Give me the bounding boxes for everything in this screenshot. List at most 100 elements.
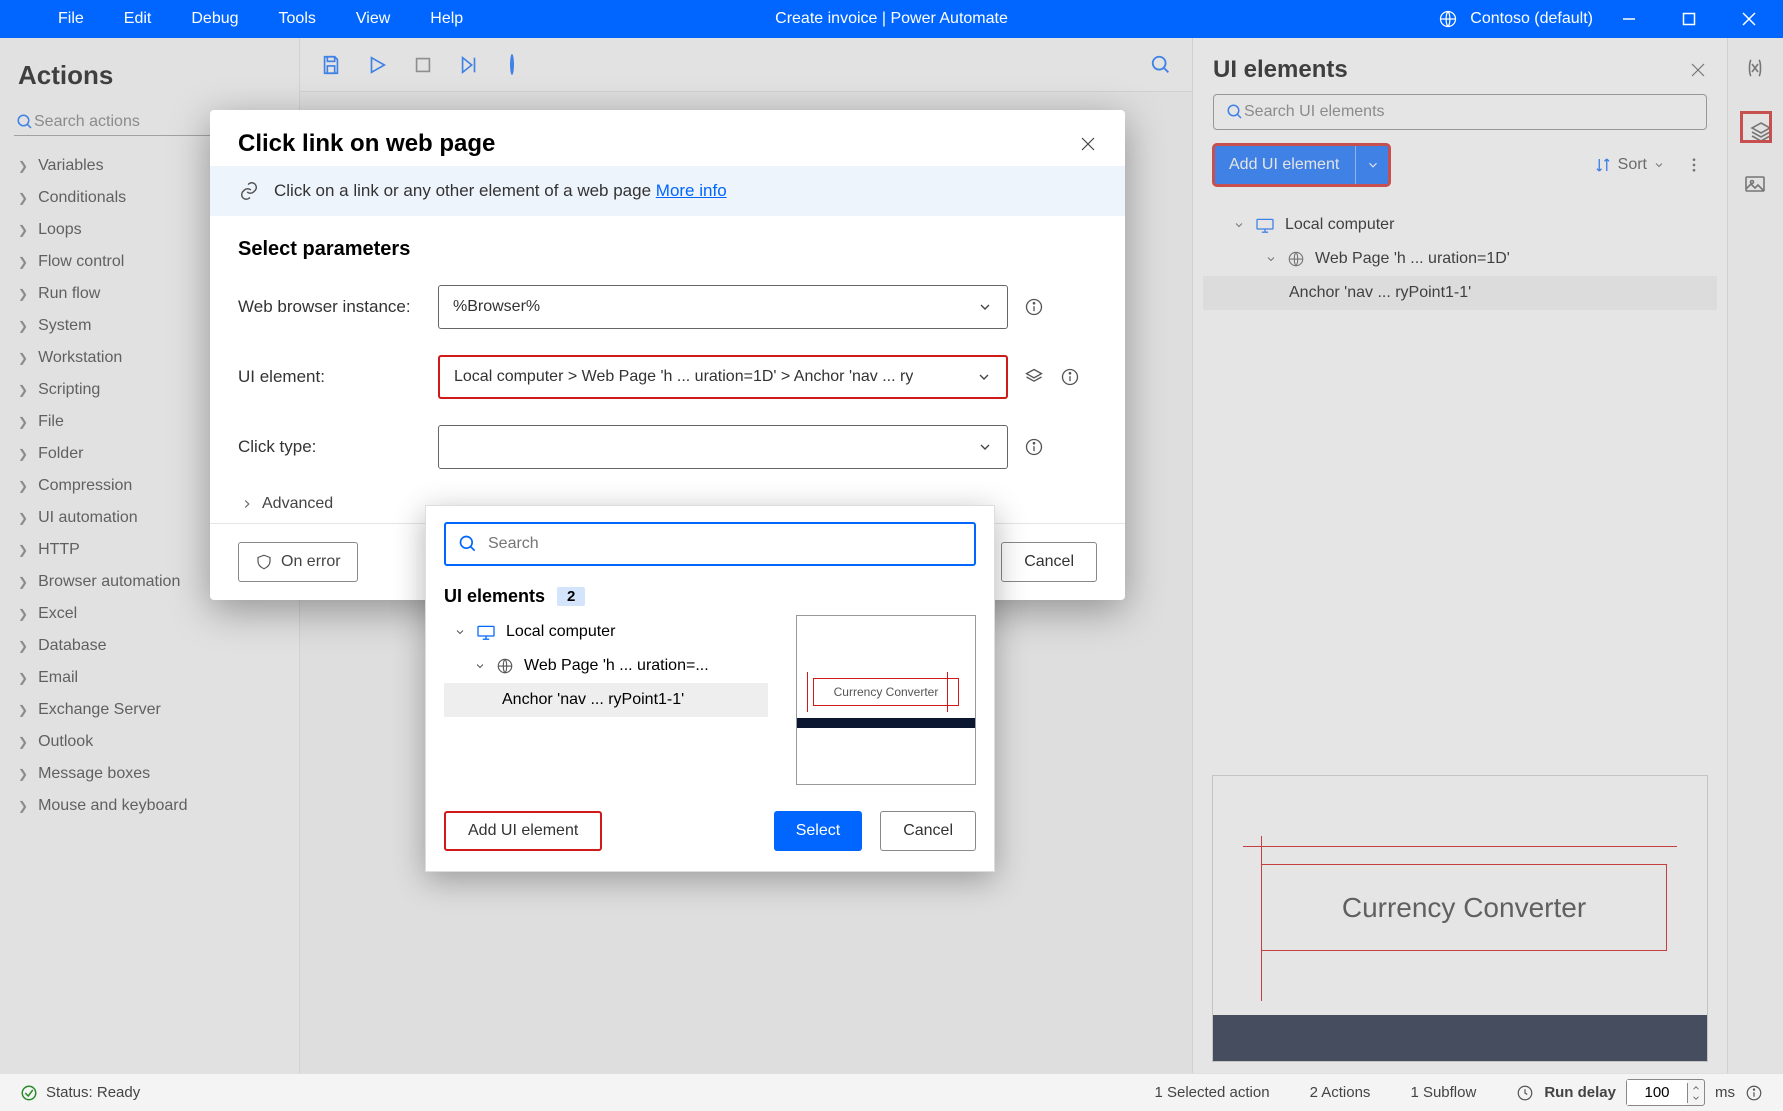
chevron-right-icon: ❯ <box>18 607 28 621</box>
tenant-icon <box>1438 9 1458 29</box>
info-icon[interactable] <box>1060 367 1080 387</box>
action-category[interactable]: ❯Message boxes <box>14 758 285 790</box>
picker-page[interactable]: Web Page 'h ... uration=... <box>444 649 768 683</box>
sort-icon <box>1594 156 1612 174</box>
add-ui-element-label: Add UI element <box>1213 156 1355 174</box>
dialog-close-icon[interactable] <box>1079 135 1097 153</box>
titlebar: File Edit Debug Tools View Help Create i… <box>0 0 1783 38</box>
tree-anchor-label: Anchor 'nav ... ryPoint1-1' <box>1289 284 1471 302</box>
clock-icon <box>1516 1084 1534 1102</box>
record-icon[interactable] <box>504 56 514 74</box>
stop-icon[interactable] <box>412 54 434 76</box>
check-icon <box>20 1084 38 1102</box>
chevron-right-icon: ❯ <box>18 415 28 429</box>
action-category[interactable]: ❯Database <box>14 630 285 662</box>
status-text: Status: Ready <box>46 1084 140 1101</box>
delay-spinner[interactable] <box>1626 1079 1705 1106</box>
dialog-title: Click link on web page <box>238 130 1079 158</box>
computer-icon <box>1255 217 1275 233</box>
info-icon[interactable] <box>1745 1084 1763 1102</box>
panel-close-icon[interactable] <box>1689 61 1707 79</box>
menu-tools[interactable]: Tools <box>261 4 334 34</box>
add-ui-element-dropdown[interactable] <box>1355 144 1390 186</box>
ui-elements-search-input[interactable] <box>1244 103 1694 121</box>
chevron-down-icon <box>474 660 486 672</box>
picker-select-button[interactable]: Select <box>774 811 862 851</box>
action-category-label: Folder <box>38 445 83 463</box>
picker-anchor[interactable]: Anchor 'nav ... ryPoint1-1' <box>444 683 768 717</box>
ui-elements-rail-icon[interactable] <box>1743 114 1769 140</box>
chevron-right-icon: ❯ <box>18 479 28 493</box>
tree-root[interactable]: Local computer <box>1203 208 1717 242</box>
picker-preview-label: Currency Converter <box>813 678 959 706</box>
action-category-label: Excel <box>38 605 77 623</box>
sort-label: Sort <box>1618 156 1647 174</box>
action-category-label: Run flow <box>38 285 100 303</box>
uielement-dropdown[interactable]: Local computer > Web Page 'h ... uration… <box>438 355 1008 399</box>
ui-elements-search[interactable] <box>1213 94 1707 130</box>
images-rail-icon[interactable] <box>1743 172 1769 198</box>
chevron-right-icon: ❯ <box>18 223 28 237</box>
dialog-cancel-button[interactable]: Cancel <box>1001 542 1097 582</box>
link-icon <box>238 180 260 202</box>
browser-dropdown[interactable]: %Browser% <box>438 285 1008 329</box>
picker-root[interactable]: Local computer <box>444 615 768 649</box>
sort-button[interactable]: Sort <box>1594 156 1665 174</box>
close-button[interactable] <box>1725 0 1773 38</box>
more-icon[interactable] <box>1681 152 1707 178</box>
chevron-down-icon[interactable] <box>1688 1093 1704 1103</box>
action-category-label: Outlook <box>38 733 93 751</box>
minimize-button[interactable] <box>1605 0 1653 38</box>
menu-file[interactable]: File <box>40 4 102 34</box>
tree-page[interactable]: Web Page 'h ... uration=1D' <box>1203 242 1717 276</box>
action-category[interactable]: ❯Exchange Server <box>14 694 285 726</box>
picker-search-input[interactable] <box>488 535 962 553</box>
menu-edit[interactable]: Edit <box>106 4 170 34</box>
chevron-right-icon: ❯ <box>18 319 28 333</box>
maximize-button[interactable] <box>1665 0 1713 38</box>
action-category-label: Exchange Server <box>38 701 161 719</box>
tenant-name[interactable]: Contoso (default) <box>1470 10 1593 28</box>
clicktype-dropdown[interactable] <box>438 425 1008 469</box>
menu-help[interactable]: Help <box>412 4 481 34</box>
picker-heading: UI elements <box>444 586 545 607</box>
picker-cancel-button[interactable]: Cancel <box>880 811 976 851</box>
on-error-button[interactable]: On error <box>238 542 358 582</box>
picker-add-button[interactable]: Add UI element <box>444 811 602 851</box>
ui-elements-panel: UI elements Add UI element Sort Local <box>1192 38 1727 1073</box>
action-category[interactable]: ❯Mouse and keyboard <box>14 790 285 822</box>
browser-value: %Browser% <box>453 298 540 316</box>
layers-icon[interactable] <box>1024 367 1044 387</box>
more-info-link[interactable]: More info <box>656 181 727 200</box>
action-category[interactable]: ❯Email <box>14 662 285 694</box>
step-icon[interactable] <box>458 54 480 76</box>
uielement-label: UI element: <box>238 367 438 387</box>
chevron-right-icon: ❯ <box>18 191 28 205</box>
add-ui-element-button[interactable]: Add UI element <box>1213 144 1390 186</box>
chevron-up-icon[interactable] <box>1688 1083 1704 1093</box>
action-category-label: Conditionals <box>38 189 126 207</box>
action-category[interactable]: ❯Outlook <box>14 726 285 758</box>
chevron-right-icon: ❯ <box>18 383 28 397</box>
menu-debug[interactable]: Debug <box>173 4 256 34</box>
dialog-info-text: Click on a link or any other element of … <box>274 181 656 200</box>
info-icon[interactable] <box>1024 297 1044 317</box>
run-icon[interactable] <box>366 54 388 76</box>
globe-icon <box>496 657 514 675</box>
action-category-label: Browser automation <box>38 573 180 591</box>
action-category-label: Workstation <box>38 349 122 367</box>
picker-page-label: Web Page 'h ... uration=... <box>524 657 709 675</box>
chevron-right-icon: ❯ <box>18 159 28 173</box>
save-icon[interactable] <box>320 54 342 76</box>
menu-view[interactable]: View <box>338 4 408 34</box>
tree-anchor[interactable]: Anchor 'nav ... ryPoint1-1' <box>1203 276 1717 310</box>
canvas-search-icon[interactable] <box>1150 54 1172 76</box>
info-icon[interactable] <box>1024 437 1044 457</box>
picker-search[interactable] <box>444 522 976 566</box>
action-category[interactable]: ❯ Excel <box>14 598 285 630</box>
delay-input[interactable] <box>1627 1080 1687 1105</box>
variables-icon[interactable] <box>1743 56 1769 82</box>
chevron-right-icon: ❯ <box>18 671 28 685</box>
computer-icon <box>476 624 496 640</box>
chevron-down-icon <box>977 299 993 315</box>
